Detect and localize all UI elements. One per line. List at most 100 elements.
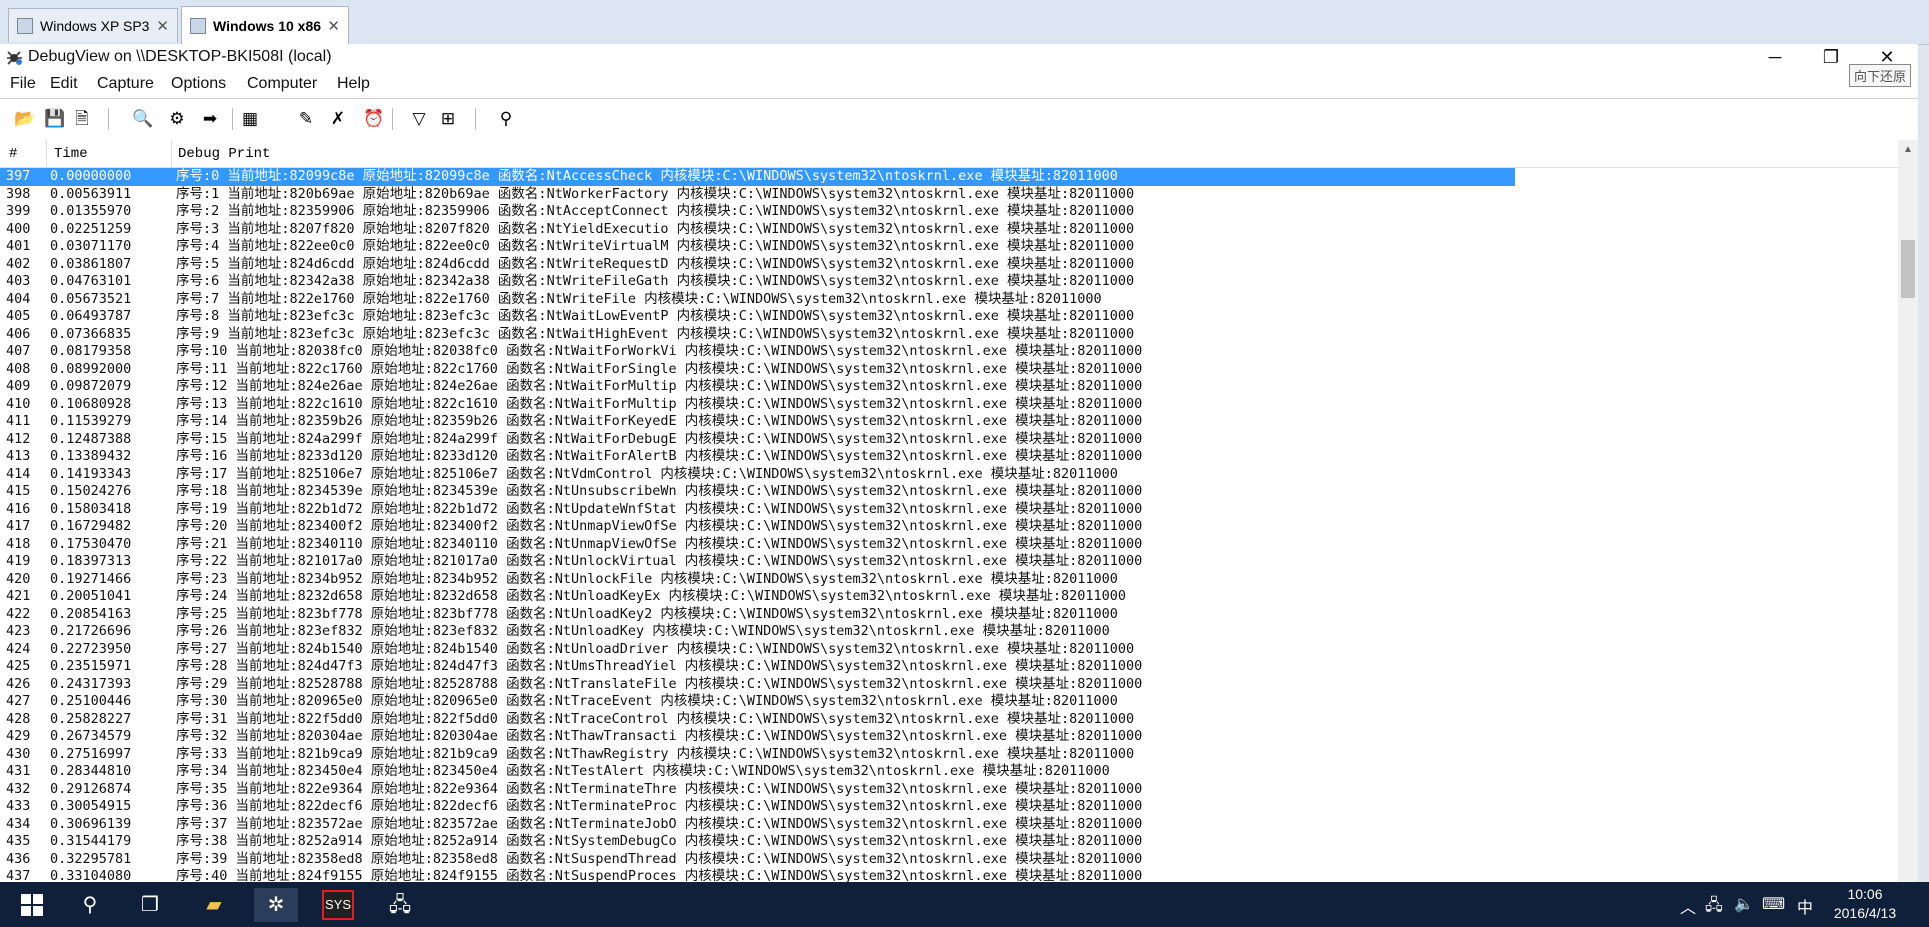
table-row[interactable]: 418 0.17530470 序号:21 当前地址:82340110 原始地址:82… [0, 536, 1515, 554]
table-row[interactable]: 428 0.25828227 序号:31 当前地址:822f5dd0 原始地址:82… [0, 711, 1515, 729]
table-row[interactable]: 426 0.24317393 序号:29 当前地址:82528788 原始地址:82… [0, 676, 1515, 694]
table-row[interactable]: 399 0.01355970 序号:2 当前地址:82359906 原始地址:823… [0, 203, 1515, 221]
row-time: 0.09872079 [50, 378, 132, 394]
table-row[interactable]: 422 0.20854163 序号:25 当前地址:823bf778 原始地址:82… [0, 606, 1515, 624]
row-number: 429 [6, 728, 31, 744]
network-icon[interactable]: 🖧 [1705, 894, 1723, 921]
highlight-icon[interactable]: ⊞ [438, 109, 458, 129]
column-divider[interactable] [46, 140, 47, 167]
column-header-number[interactable]: # [9, 146, 17, 162]
volume-icon[interactable]: 🔈 [1734, 894, 1754, 914]
row-number: 422 [6, 605, 31, 622]
ime-indicator[interactable]: 中 [1797, 894, 1813, 918]
sys-app-taskbar-icon[interactable]: SYS [316, 888, 360, 922]
keyboard-icon[interactable]: ⌨ [1762, 894, 1785, 914]
row-debug-print: 序号:36 当前地址:822decf6 原始地址:822decf6 函数名:Nt… [176, 798, 1143, 814]
open-icon[interactable]: 📂 [14, 109, 35, 129]
menu-options[interactable]: Options [171, 75, 226, 93]
table-row[interactable]: 420 0.19271466 序号:23 当前地址:8234b952 原始地址:82… [0, 571, 1515, 589]
row-debug-print: 序号:21 当前地址:82340110 原始地址:82340110 函数名:Nt… [176, 535, 1143, 552]
row-debug-print: 序号:22 当前地址:821017a0 原始地址:821017a0 函数名:Nt… [176, 553, 1143, 569]
search-icon[interactable]: ⚲ [68, 888, 112, 922]
table-row[interactable]: 421 0.20051041 序号:24 当前地址:8232d658 原始地址:82… [0, 588, 1515, 606]
menu-help[interactable]: Help [337, 75, 370, 93]
menu-capture[interactable]: Capture [97, 75, 154, 93]
table-row[interactable]: 416 0.15803418 序号:19 当前地址:822b1d72 原始地址:82… [0, 501, 1515, 519]
row-time: 0.02251259 [50, 220, 132, 237]
row-time: 0.23515971 [50, 658, 132, 674]
taskbar-clock[interactable]: 10:06 2016/4/13 [1830, 885, 1900, 923]
table-row[interactable]: 423 0.21726696 序号:26 当前地址:823ef832 原始地址:82… [0, 623, 1515, 641]
table-row[interactable]: 415 0.15024276 序号:18 当前地址:8234539e 原始地址:82… [0, 483, 1515, 501]
table-row[interactable]: 435 0.31544179 序号:38 当前地址:8252a914 原始地址:82… [0, 833, 1515, 851]
table-row[interactable]: 398 0.00563911 序号:1 当前地址:820b69ae 原始地址:820… [0, 186, 1515, 204]
table-row[interactable]: 417 0.16729482 序号:20 当前地址:823400f2 原始地址:82… [0, 518, 1515, 536]
save-icon[interactable]: 💾 [44, 109, 65, 129]
table-row[interactable]: 429 0.26734579 序号:32 当前地址:820304ae 原始地址:82… [0, 728, 1515, 746]
table-row[interactable]: 404 0.05673521 序号:7 当前地址:822e1760 原始地址:822… [0, 291, 1515, 309]
close-icon[interactable]: ✕ [327, 17, 340, 35]
table-row[interactable]: 434 0.30696139 序号:37 当前地址:823572ae 原始地址:82… [0, 816, 1515, 834]
table-row[interactable]: 400 0.02251259 序号:3 当前地址:8207f820 原始地址:820… [0, 221, 1515, 239]
debugview-taskbar-icon[interactable]: ✲ [254, 888, 298, 922]
table-row[interactable]: 425 0.23515971 序号:28 当前地址:824d47f3 原始地址:82… [0, 658, 1515, 676]
column-header-time[interactable]: Time [54, 146, 88, 162]
table-row[interactable]: 402 0.03861807 序号:5 当前地址:824d6cdd 原始地址:824… [0, 256, 1515, 274]
table-row[interactable]: 405 0.06493787 序号:8 当前地址:823efc3c 原始地址:823… [0, 308, 1515, 326]
table-row[interactable]: 411 0.11539279 序号:14 当前地址:82359b26 原始地址:82… [0, 413, 1515, 431]
row-time: 0.03071170 [50, 238, 132, 254]
file-explorer-icon[interactable]: ▰ [192, 888, 236, 922]
table-row[interactable]: 433 0.30054915 序号:36 当前地址:822decf6 原始地址:82… [0, 798, 1515, 816]
start-button[interactable] [10, 888, 54, 922]
table-row[interactable]: 413 0.13389432 序号:16 当前地址:8233d120 原始地址:82… [0, 448, 1515, 466]
find-icon[interactable]: 🔍 [132, 109, 153, 129]
menu-file[interactable]: File [10, 75, 36, 93]
table-row[interactable]: 424 0.22723950 序号:27 当前地址:824b1540 原始地址:82… [0, 641, 1515, 659]
scrollbar-thumb[interactable] [1901, 240, 1915, 298]
clear-save-icon[interactable]: 🗎 [72, 109, 92, 129]
table-row[interactable]: 410 0.10680928 序号:13 当前地址:822c1610 原始地址:82… [0, 396, 1515, 414]
filter-icon[interactable]: ▽ [409, 109, 429, 129]
table-row[interactable]: 397 0.00000000 序号:0 当前地址:82099c8e 原始地址:820… [0, 168, 1515, 186]
close-icon[interactable]: ✕ [156, 17, 169, 35]
table-row[interactable]: 432 0.29126874 序号:35 当前地址:822e9364 原始地址:82… [0, 781, 1515, 799]
table-row[interactable]: 419 0.18397313 序号:22 当前地址:821017a0 原始地址:82… [0, 553, 1515, 571]
table-row[interactable]: 430 0.27516997 序号:33 当前地址:821b9ca9 原始地址:82… [0, 746, 1515, 764]
menu-edit[interactable]: Edit [50, 75, 78, 93]
table-row[interactable]: 408 0.08992000 序号:11 当前地址:822c1760 原始地址:82… [0, 361, 1515, 379]
arrow-right-icon[interactable]: ➡ [200, 109, 220, 129]
network-app-taskbar-icon[interactable]: 🖧 [378, 888, 422, 922]
vm-tab-xp[interactable]: Windows XP SP3 ✕ [8, 8, 178, 42]
vm-tab-win10[interactable]: Windows 10 x86 ✕ [181, 6, 349, 44]
table-row[interactable]: 401 0.03071170 序号:4 当前地址:822ee0c0 原始地址:822… [0, 238, 1515, 256]
minimize-button[interactable]: ─ [1746, 44, 1804, 72]
table-row[interactable]: 414 0.14193343 序号:17 当前地址:825106e7 原始地址:82… [0, 466, 1515, 484]
column-divider[interactable] [171, 140, 172, 167]
table-row[interactable]: 412 0.12487388 序号:15 当前地址:824a299f 原始地址:82… [0, 431, 1515, 449]
debug-output-list[interactable]: # Time Debug Print 397 0.00000000 序号:0 当前地… [0, 140, 1898, 882]
row-number: 428 [6, 710, 31, 727]
table-row[interactable]: 403 0.04763101 序号:6 当前地址:82342a38 原始地址:823… [0, 273, 1515, 291]
table-row[interactable]: 407 0.08179358 序号:10 当前地址:82038fc0 原始地址:82… [0, 343, 1515, 361]
task-view-icon[interactable]: ❐ [128, 888, 172, 922]
column-header-debug-print[interactable]: Debug Print [178, 146, 270, 162]
capture-icon[interactable]: ⚙ [167, 109, 187, 129]
scroll-up-icon[interactable]: ▲ [1898, 140, 1918, 160]
row-number: 403 [6, 273, 31, 289]
menu-computer[interactable]: Computer [247, 75, 317, 93]
table-row[interactable]: 437 0.33104080 序号:40 当前地址:824f9155 原始地址:82… [0, 868, 1515, 882]
table-row[interactable]: 431 0.28344810 序号:34 当前地址:823450e4 原始地址:82… [0, 763, 1515, 781]
table-row[interactable]: 427 0.25100446 序号:30 当前地址:820965e0 原始地址:82… [0, 693, 1515, 711]
row-time: 0.06493787 [50, 308, 132, 324]
table-row[interactable]: 406 0.07366835 序号:9 当前地址:823efc3c 原始地址:823… [0, 326, 1515, 344]
binoculars-icon[interactable]: ⚲ [496, 109, 516, 129]
capture-kernel-icon[interactable]: ▦ [240, 109, 260, 129]
row-number: 421 [6, 588, 31, 604]
edit-icon[interactable]: ✎ [296, 109, 316, 129]
clock-icon[interactable]: ⏰ [363, 109, 384, 129]
vertical-scrollbar[interactable]: ▲ [1898, 140, 1918, 882]
clear-display-icon[interactable]: ✗ [328, 109, 348, 129]
tray-expand-icon[interactable]: ︿ [1680, 894, 1696, 918]
table-row[interactable]: 436 0.32295781 序号:39 当前地址:82358ed8 原始地址:82… [0, 851, 1515, 869]
table-row[interactable]: 409 0.09872079 序号:12 当前地址:824e26ae 原始地址:82… [0, 378, 1515, 396]
